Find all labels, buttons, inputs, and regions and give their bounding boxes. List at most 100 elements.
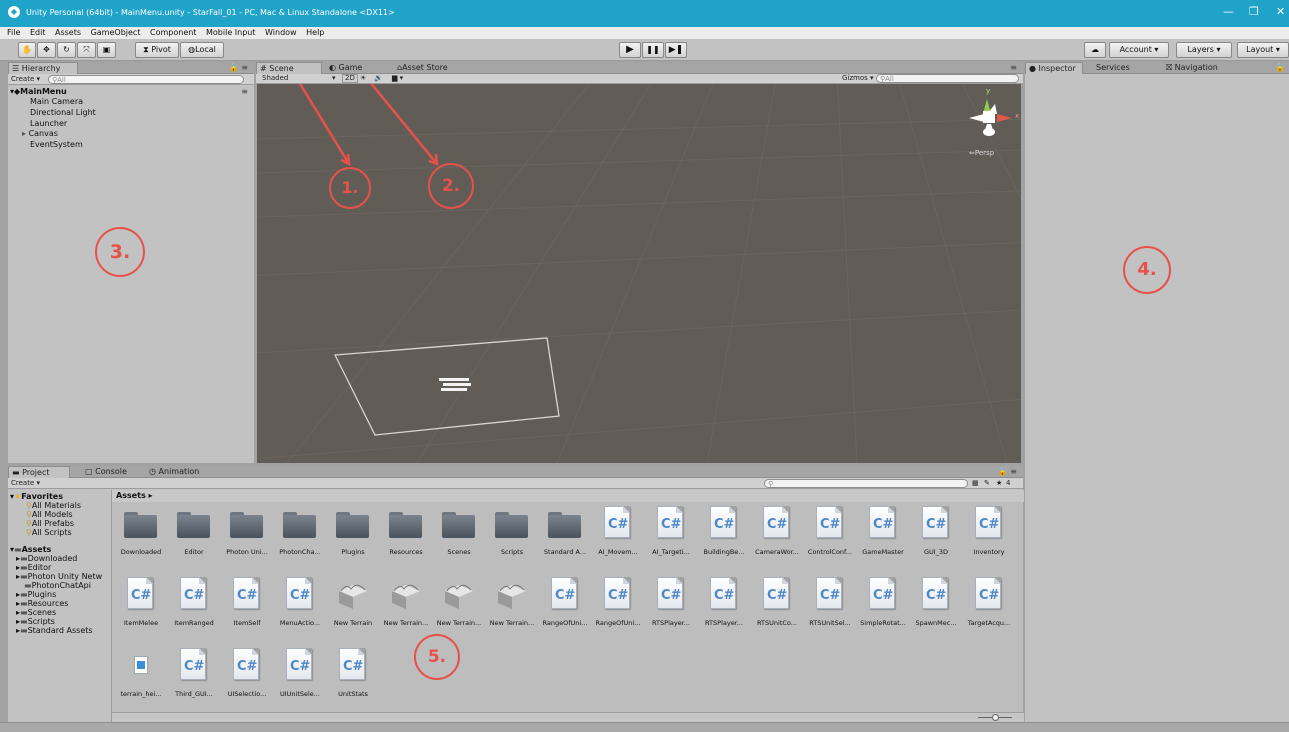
scene-viewport[interactable]: y x ⇐Persp 1. 2. [257, 84, 1021, 463]
close-icon[interactable]: ✕ [1276, 5, 1285, 18]
asset-item[interactable]: C# SpawnMec... [910, 575, 962, 649]
asset-item[interactable]: Plugins [327, 504, 379, 578]
asset-item[interactable]: New Terrain... [486, 575, 538, 649]
filter-by-label-icon[interactable]: ✎ [984, 479, 990, 488]
move-tool-button[interactable]: ✥ [37, 42, 56, 58]
asset-item[interactable]: C# AI_Targeti... [645, 504, 697, 578]
menu-gameobject[interactable]: GameObject [91, 27, 141, 39]
asset-item[interactable]: C# RangeOfUni... [539, 575, 591, 649]
menu-help[interactable]: Help [306, 27, 324, 39]
asset-item[interactable]: New Terrain [327, 575, 379, 649]
asset-folder-item[interactable]: ▬PhotonChatApi [10, 581, 108, 590]
asset-item[interactable]: terrain_hei... [115, 646, 167, 720]
menu-assets[interactable]: Assets [55, 27, 81, 39]
rotate-tool-button[interactable]: ↻ [57, 42, 76, 58]
rect-tool-button[interactable]: ▣ [97, 42, 116, 58]
asset-item[interactable]: Scripts [486, 504, 538, 578]
asset-item[interactable]: C# CameraWor... [751, 504, 803, 578]
hand-tool-button[interactable]: ✋ [18, 42, 36, 58]
asset-item[interactable]: PhotonCha... [274, 504, 326, 578]
account-dropdown[interactable]: Account ▾ [1109, 42, 1169, 58]
asset-item[interactable]: Photon Uni... [221, 504, 273, 578]
favorite-item[interactable]: ⚲All Materials [10, 501, 108, 510]
breadcrumb-assets[interactable]: Assets ▸ [116, 491, 153, 500]
asset-folder-item[interactable]: ▸▬Resources [10, 599, 108, 608]
menu-mobile-input[interactable]: Mobile Input [206, 27, 256, 39]
asset-item[interactable]: C# RangeOfUni... [592, 575, 644, 649]
tab-inspector[interactable]: ● Inspector [1025, 62, 1083, 74]
hierarchy-item-launcher[interactable]: Launcher [30, 119, 67, 129]
tab-scene[interactable]: # Scene [256, 62, 322, 74]
asset-item[interactable]: Standard A... [539, 504, 591, 578]
tab-services[interactable]: Services [1093, 62, 1145, 74]
asset-folder-item[interactable]: ▸▬Scripts [10, 617, 108, 626]
layers-dropdown[interactable]: Layers ▾ [1176, 42, 1232, 58]
step-button[interactable]: ▶❚ [665, 42, 687, 58]
hierarchy-item-eventsystem[interactable]: EventSystem [30, 140, 83, 150]
asset-item[interactable]: C# BuildingBe... [698, 504, 750, 578]
asset-item[interactable]: Downloaded [115, 504, 167, 578]
asset-item[interactable]: Resources [380, 504, 432, 578]
tab-project[interactable]: ▬ Project [8, 466, 70, 478]
asset-item[interactable]: C# UISelectio... [221, 646, 273, 720]
hierarchy-item-canvas[interactable]: ▸ Canvas [22, 129, 58, 139]
filter-by-type-icon[interactable]: ▦ [972, 479, 979, 488]
project-search-input[interactable]: ⚲ [764, 479, 968, 488]
menu-component[interactable]: Component [150, 27, 196, 39]
asset-folder-item[interactable]: ▸▬Standard Assets [10, 626, 108, 635]
shading-mode-dropdown[interactable]: Shaded [262, 74, 288, 83]
panel-menu-icon[interactable]: 🔒 ≡ [229, 63, 248, 72]
asset-item[interactable]: Scenes [433, 504, 485, 578]
asset-item[interactable]: C# ItemMelee [115, 575, 167, 649]
menu-file[interactable]: File [7, 27, 20, 39]
tab-game[interactable]: ◐ Game [326, 62, 386, 74]
asset-item[interactable]: Editor [168, 504, 220, 578]
audio-toggle-icon[interactable]: 🔊 [374, 74, 383, 83]
asset-item[interactable]: C# UIUnitSele... [274, 646, 326, 720]
menu-window[interactable]: Window [265, 27, 297, 39]
asset-folder-item[interactable]: ▸▬Plugins [10, 590, 108, 599]
asset-item[interactable]: C# UnitStats [327, 646, 379, 720]
favorite-star-icon[interactable]: ★ [996, 479, 1002, 488]
hierarchy-item-directional-light[interactable]: Directional Light [30, 108, 96, 118]
tab-hierarchy[interactable]: ☰ Hierarchy [8, 62, 78, 74]
tab-navigation[interactable]: ⛝ Navigation [1163, 62, 1233, 74]
play-button[interactable]: ▶ [619, 42, 641, 58]
favorite-item[interactable]: ⚲All Prefabs [10, 519, 108, 528]
minimize-icon[interactable]: — [1223, 5, 1234, 18]
projection-label[interactable]: ⇐Persp [969, 149, 994, 157]
effects-toggle-icon[interactable]: ▆ ▾ [392, 74, 403, 83]
menu-edit[interactable]: Edit [30, 27, 46, 39]
2d-toggle[interactable]: 2D [342, 74, 358, 83]
asset-item[interactable]: C# MenuActio... [274, 575, 326, 649]
asset-item[interactable]: C# GameMaster [857, 504, 909, 578]
tab-asset-store[interactable]: ⌂Asset Store [394, 62, 474, 74]
asset-item[interactable]: C# AI_Movem... [592, 504, 644, 578]
scene-search-input[interactable]: ⚲All [876, 74, 1019, 83]
restore-icon[interactable]: ❐ [1249, 5, 1259, 18]
hierarchy-create-dropdown[interactable]: Create ▾ [11, 75, 40, 84]
favorites-node[interactable]: ▾★Favorites [10, 492, 108, 501]
asset-item[interactable]: C# Inventory [963, 504, 1015, 578]
gizmos-dropdown[interactable]: Gizmos ▾ [842, 74, 874, 83]
assets-node[interactable]: ▾▬Assets [10, 545, 108, 554]
shading-arrow-icon[interactable]: ▾ [332, 74, 336, 83]
asset-item[interactable]: C# TargetAcqu... [963, 575, 1015, 649]
asset-item[interactable]: C# ItemSelf [221, 575, 273, 649]
asset-folder-item[interactable]: ▸▬Editor [10, 563, 108, 572]
asset-item[interactable]: C# RTSUnitCo... [751, 575, 803, 649]
scale-tool-button[interactable]: ⤧ [77, 42, 96, 58]
project-panel-menu-icon[interactable]: 🔒 ≡ [998, 467, 1017, 476]
expand-arrow-icon[interactable]: ▸ [22, 129, 26, 138]
hierarchy-item-main-camera[interactable]: Main Camera [30, 97, 83, 107]
asset-item[interactable]: C# ItemRanged [168, 575, 220, 649]
tab-console[interactable]: ▢ Console [82, 466, 142, 478]
asset-folder-item[interactable]: ▸▬Photon Unity Netw [10, 572, 108, 581]
pause-button[interactable]: ❚❚ [642, 42, 664, 58]
asset-item[interactable]: C# RTSPlayer... [698, 575, 750, 649]
favorite-item[interactable]: ⚲All Models [10, 510, 108, 519]
zoom-slider-thumb[interactable] [992, 714, 999, 721]
lighting-toggle-icon[interactable]: ☀ [360, 74, 366, 83]
asset-item[interactable]: C# SimpleRotat... [857, 575, 909, 649]
orientation-gizmo[interactable] [969, 99, 1012, 136]
